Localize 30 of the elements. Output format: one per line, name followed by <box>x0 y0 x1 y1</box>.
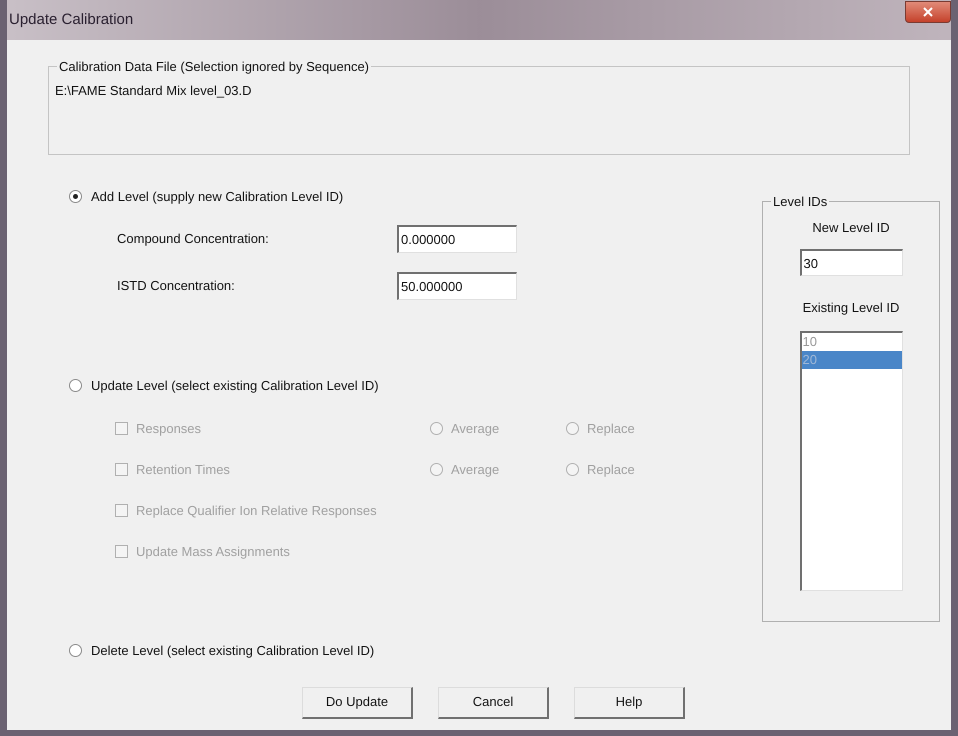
input-field[interactable]: 0.000000 <box>397 224 517 252</box>
checkbox-label: Replace Qualifier Ion Relative Responses <box>136 502 377 520</box>
field-label: New Level ID <box>812 218 890 236</box>
checkbox-label: Responses <box>136 420 202 438</box>
field-label: Compound Concentration: <box>117 230 270 248</box>
group-title: Calibration Data File (Selection ignored by Sequence) <box>58 58 370 76</box>
dialog-button[interactable]: Help <box>574 686 685 718</box>
window-title: Update Calibration <box>9 10 134 30</box>
checkbox-label: Update Mass Assignments <box>136 542 290 561</box>
option-label: Add Level (supply new Calibration Level ID) <box>91 188 344 206</box>
radio-label: Average <box>451 420 500 438</box>
radio-button[interactable] <box>69 190 82 204</box>
option-label: Update Level (select existing Calibration Level ID) <box>91 376 379 395</box>
dialog-button[interactable]: Cancel <box>438 686 549 718</box>
input-field[interactable]: 30 <box>800 249 902 276</box>
checkbox-label: Retention Times <box>136 460 230 479</box>
radio-button[interactable] <box>69 378 82 392</box>
radio-label: Replace <box>587 420 635 438</box>
dialog-button[interactable]: Do Update <box>302 686 413 718</box>
field-label: ISTD Concentration: <box>117 276 236 295</box>
radio-label: Average <box>451 460 500 479</box>
close-button[interactable] <box>905 1 951 23</box>
radio-label: Replace <box>587 460 635 479</box>
option-label: Delete Level (select existing Calibration Level ID) <box>91 642 374 660</box>
field-label: Existing Level ID <box>802 299 900 317</box>
radio-button[interactable] <box>69 644 82 658</box>
input-field[interactable]: 50.000000 <box>397 272 517 300</box>
close-icon <box>923 7 933 17</box>
file-path: E:\FAME Standard Mix level_03.D <box>55 82 253 100</box>
group-title: Level IDs <box>772 193 828 211</box>
